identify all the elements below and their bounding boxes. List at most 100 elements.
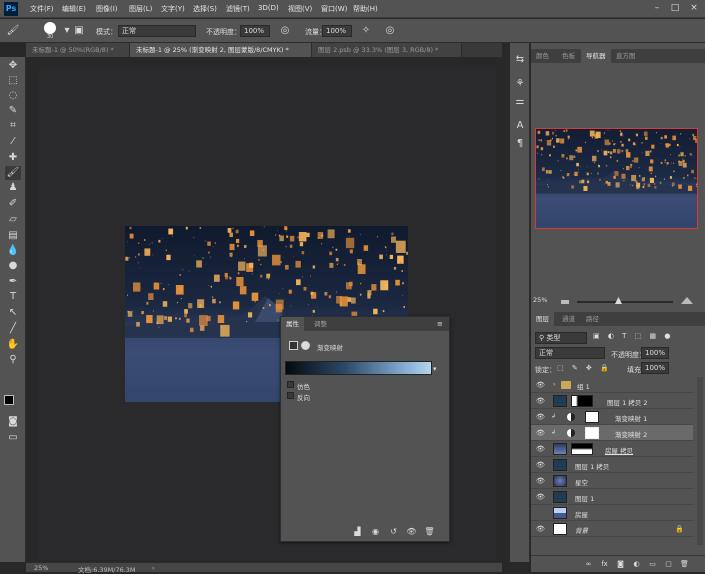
- eraser-tool-icon[interactable]: ▱: [5, 213, 21, 227]
- tab-channels[interactable]: 通道: [557, 312, 580, 326]
- layers-scrollbar[interactable]: [697, 377, 703, 545]
- add-mask-icon[interactable]: ◙: [615, 559, 626, 570]
- chevron-right-icon[interactable]: ›: [553, 381, 555, 388]
- visibility-icon[interactable]: 👁: [536, 413, 544, 421]
- zoom-in-icon[interactable]: [681, 297, 693, 304]
- navigator-preview[interactable]: [535, 128, 698, 229]
- visibility-icon[interactable]: 👁: [536, 493, 544, 501]
- layer-row[interactable]: 👁 图层 1 拷贝 2: [531, 393, 693, 409]
- stamp-tool-icon[interactable]: ♟: [5, 181, 21, 195]
- maximize-icon[interactable]: □: [668, 2, 682, 14]
- tab-adjustments[interactable]: 调整: [309, 317, 332, 331]
- mask-icon[interactable]: [301, 341, 310, 350]
- character-icon[interactable]: A: [513, 119, 527, 133]
- crop-tool-icon[interactable]: ⌗: [5, 119, 21, 133]
- marquee-tool-icon[interactable]: ⬚: [5, 74, 21, 88]
- brush-tool-icon[interactable]: 🖌: [5, 166, 21, 180]
- history-brush-tool-icon[interactable]: ✐: [5, 197, 21, 211]
- pressure-size-icon[interactable]: ◎: [383, 24, 397, 38]
- menu-view[interactable]: 视图(V): [288, 4, 312, 14]
- tab-color[interactable]: 颜色: [531, 49, 554, 63]
- close-icon[interactable]: ×: [687, 2, 701, 14]
- pressure-opacity-icon[interactable]: ◎: [278, 24, 292, 38]
- view-previous-icon[interactable]: ◉: [369, 525, 382, 538]
- chevron-down-icon[interactable]: ▾: [433, 365, 437, 373]
- chevron-right-icon[interactable]: ›: [152, 564, 155, 572]
- layer-row[interactable]: 👁 背景 🔒: [531, 521, 693, 537]
- trash-icon[interactable]: 🗑: [679, 559, 690, 570]
- visibility-icon[interactable]: 👁: [536, 477, 544, 485]
- move-tool-icon[interactable]: ✥: [5, 59, 21, 73]
- visibility-icon[interactable]: 👁: [536, 397, 544, 405]
- layer-row[interactable]: · 房屋: [531, 505, 693, 521]
- brush-panel-icon[interactable]: ▣: [72, 24, 86, 38]
- zoom-tool-icon[interactable]: ⚲: [5, 353, 21, 367]
- visibility-icon[interactable]: 👁: [536, 381, 544, 389]
- visibility-off-icon[interactable]: ·: [536, 509, 544, 517]
- screen-mode-icon[interactable]: ▭: [5, 431, 21, 445]
- clip-to-layer-icon[interactable]: ▟: [351, 525, 364, 538]
- menu-layer[interactable]: 图层(L): [129, 4, 152, 14]
- menu-3d[interactable]: 3D(D): [258, 4, 279, 12]
- visibility-icon[interactable]: 👁: [405, 525, 418, 538]
- brush-settings-icon[interactable]: ⚘: [513, 77, 527, 91]
- gradient-picker[interactable]: [285, 361, 432, 375]
- dither-checkbox[interactable]: [287, 381, 294, 388]
- layer-filter-select[interactable]: ⚲ 类型: [535, 332, 587, 344]
- type-tool-icon[interactable]: T: [5, 290, 21, 304]
- layer-row-selected[interactable]: 👁 ↲ 渐变映射 2: [531, 425, 693, 441]
- navigator-zoom-slider[interactable]: [577, 301, 673, 303]
- tab-paths[interactable]: 路径: [581, 312, 604, 326]
- tab-properties[interactable]: 属性: [281, 317, 304, 331]
- layer-row[interactable]: 👁 星空: [531, 473, 693, 489]
- line-tool-icon[interactable]: ╱: [5, 322, 21, 336]
- quick-mask-icon[interactable]: ◙: [5, 415, 21, 429]
- new-group-icon[interactable]: ▭: [647, 559, 658, 570]
- path-select-tool-icon[interactable]: ↖: [5, 306, 21, 320]
- layer-opacity-input[interactable]: 100%: [641, 347, 669, 359]
- brush-preview-icon[interactable]: [44, 22, 56, 34]
- dodge-tool-icon[interactable]: ●: [5, 259, 21, 273]
- pen-tool-icon[interactable]: ✒: [5, 275, 21, 289]
- menu-help[interactable]: 帮助(H): [353, 4, 378, 14]
- menu-window[interactable]: 窗口(W): [321, 4, 347, 14]
- healing-tool-icon[interactable]: ✚: [5, 151, 21, 165]
- trash-icon[interactable]: 🗑: [423, 525, 436, 538]
- navigator-zoom[interactable]: 25%: [533, 296, 547, 304]
- lock-icons[interactable]: ⬚ ✎ ✥ 🔒: [557, 364, 612, 372]
- menu-edit[interactable]: 编辑(E): [62, 4, 86, 14]
- visibility-icon[interactable]: 👁: [536, 445, 544, 453]
- history-icon[interactable]: ⇆: [513, 53, 527, 67]
- fx-icon[interactable]: fx: [599, 559, 610, 570]
- airbrush-icon[interactable]: ✧: [359, 24, 373, 38]
- zoom-out-icon[interactable]: [561, 300, 569, 304]
- adjust-icon[interactable]: ⚌: [513, 95, 527, 109]
- menu-file[interactable]: 文件(F): [30, 4, 54, 14]
- new-layer-icon[interactable]: ▢: [663, 559, 674, 570]
- lasso-tool-icon[interactable]: ◌: [5, 89, 21, 103]
- foreground-color-swatch[interactable]: [4, 395, 14, 405]
- quick-select-tool-icon[interactable]: ✎: [5, 104, 21, 118]
- minimize-icon[interactable]: –: [650, 2, 664, 14]
- reverse-checkbox[interactable]: [287, 392, 294, 399]
- reset-icon[interactable]: ↺: [387, 525, 400, 538]
- layer-row[interactable]: 👁 房屋 拷贝: [531, 441, 693, 457]
- layer-row[interactable]: 👁 ↲ 渐变映射 1: [531, 409, 693, 425]
- menu-select[interactable]: 选择(S): [193, 4, 217, 14]
- visibility-icon[interactable]: 👁: [536, 525, 544, 533]
- layer-row[interactable]: 👁 图层 1 拷贝: [531, 457, 693, 473]
- zoom-level[interactable]: 25%: [34, 564, 48, 572]
- flow-input[interactable]: 100%: [322, 25, 352, 37]
- panel-menu-icon[interactable]: ≡: [437, 320, 443, 328]
- blend-mode-select[interactable]: 正常: [535, 347, 605, 359]
- brush-tool-icon[interactable]: 🖌: [6, 24, 20, 38]
- tab-swatches[interactable]: 色板: [557, 49, 580, 63]
- visibility-icon[interactable]: 👁: [536, 461, 544, 469]
- tab-document-2[interactable]: 未标题-1 @ 25% (渐变映射 2, 图层蒙版/8/CMYK) *: [130, 43, 312, 57]
- menu-type[interactable]: 文字(Y): [161, 4, 185, 14]
- opacity-input[interactable]: 100%: [240, 25, 270, 37]
- layer-filter-icons[interactable]: ▣ ◐ T ⬚ ▦ ●: [593, 332, 693, 344]
- tab-layers[interactable]: 图层: [531, 312, 554, 326]
- hand-tool-icon[interactable]: ✋: [5, 338, 21, 352]
- fill-input[interactable]: 100%: [641, 362, 669, 374]
